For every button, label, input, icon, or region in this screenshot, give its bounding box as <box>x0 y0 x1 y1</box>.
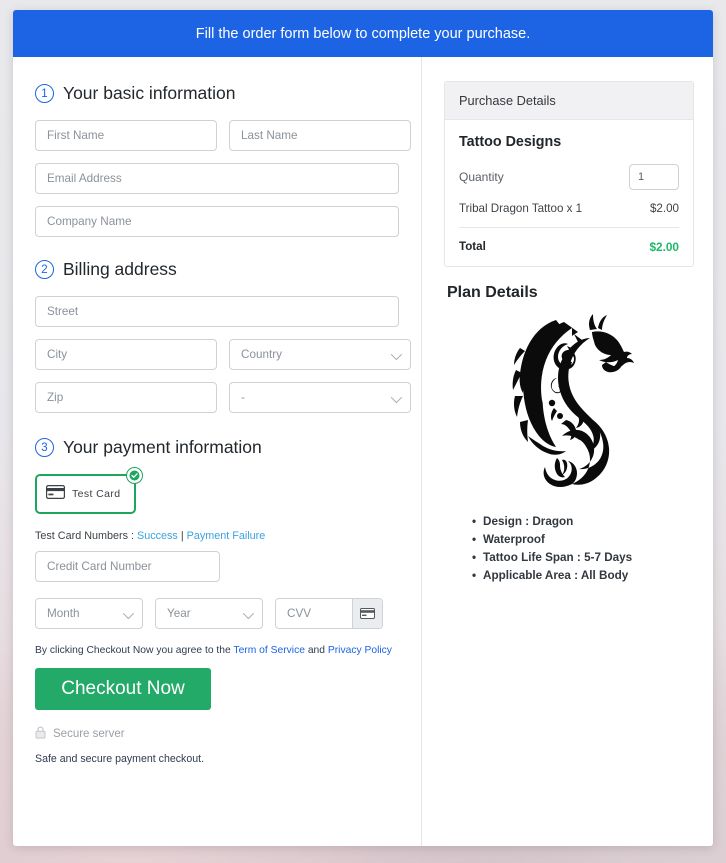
safe-checkout-note: Safe and secure payment checkout. <box>35 753 205 765</box>
test-card-numbers-line: Test Card Numbers : Success | Payment Fa… <box>35 530 399 542</box>
line-item-label: Tribal Dragon Tattoo x 1 <box>459 202 583 215</box>
success-test-link[interactable]: Success <box>137 530 178 542</box>
total-price: $2.00 <box>649 240 679 254</box>
cvv-card-icon <box>360 608 375 619</box>
privacy-policy-link[interactable]: Privacy Policy <box>328 645 392 656</box>
payment-failure-test-link[interactable]: Payment Failure <box>187 530 266 542</box>
test-card-label: Test Card <box>72 488 121 500</box>
line-item-row: Tribal Dragon Tattoo x 1 $2.00 <box>459 202 679 215</box>
tribal-dragon-tattoo-image <box>444 308 694 503</box>
terms-agreement-text: By clicking Checkout Now you agree to th… <box>35 645 399 656</box>
zip-state-row: Zip - <box>35 382 411 413</box>
test-card-method-tile[interactable]: Test Card <box>35 467 143 514</box>
list-item: Design : Dragon <box>472 513 694 531</box>
total-row: Total $2.00 <box>459 240 679 254</box>
summary-column: Purchase Details Tattoo Designs Quantity… <box>422 57 712 846</box>
content-columns: 1 Your basic information First Name Last… <box>13 57 713 846</box>
terms-middle: and <box>304 645 328 656</box>
cvv-placeholder-text: CVV <box>287 607 312 620</box>
street-input[interactable]: Street <box>35 296 399 327</box>
banner-text: Fill the order form below to complete yo… <box>195 25 531 42</box>
quantity-label: Quantity <box>459 170 504 184</box>
plan-details-title: Plan Details <box>447 284 538 301</box>
order-form-column: 1 Your basic information First Name Last… <box>13 57 422 846</box>
step-billing-address: 2 Billing address <box>35 259 399 280</box>
list-item: Waterproof <box>472 531 694 549</box>
step-2-title: Billing address <box>63 259 177 279</box>
step-3-title: Your payment information <box>63 437 262 457</box>
page-banner: Fill the order form below to complete yo… <box>13 10 713 57</box>
total-label: Total <box>459 240 486 253</box>
street-row: Street <box>35 296 399 327</box>
credit-card-number-input[interactable]: Credit Card Number <box>35 551 220 582</box>
step-basic-information: 1 Your basic information <box>35 83 399 104</box>
zip-input[interactable]: Zip <box>35 382 217 413</box>
link-separator: | <box>177 530 187 542</box>
terms-prefix: By clicking Checkout Now you agree to th… <box>35 645 234 656</box>
cvv-card-icon-button[interactable] <box>352 599 382 628</box>
name-row: First Name Last Name <box>35 120 411 151</box>
step-1-title: Your basic information <box>63 83 236 103</box>
city-input[interactable]: City <box>35 339 217 370</box>
company-input[interactable]: Company Name <box>35 206 399 237</box>
expiry-year-select[interactable]: Year <box>155 598 263 629</box>
state-select[interactable]: - <box>229 382 411 413</box>
list-item: Applicable Area : All Body <box>472 567 694 585</box>
expiry-cvv-row: Month Year CVV <box>35 598 399 629</box>
company-row: Company Name <box>35 206 399 237</box>
expiry-month-select[interactable]: Month <box>35 598 143 629</box>
purchase-details-panel: Purchase Details Tattoo Designs Quantity… <box>444 81 694 267</box>
step-1-number: 1 <box>35 84 54 103</box>
summary-divider <box>459 227 679 228</box>
line-item-price: $2.00 <box>649 202 679 215</box>
cvv-input[interactable]: CVV <box>275 598 383 629</box>
checkout-now-button[interactable]: Checkout Now <box>35 668 211 710</box>
purchase-details-body: Tattoo Designs Quantity Tribal Dragon Ta… <box>445 120 693 266</box>
quantity-row: Quantity <box>459 164 679 190</box>
secure-server-label: Secure server <box>53 728 125 740</box>
first-name-input[interactable]: First Name <box>35 120 217 151</box>
plan-feature-list: Design : Dragon Waterproof Tattoo Life S… <box>472 513 694 585</box>
secure-server-note: Secure server <box>35 726 399 742</box>
step-payment-information: 3 Your payment information <box>35 437 399 458</box>
step-2-number: 2 <box>35 260 54 279</box>
list-item: Tattoo Life Span : 5-7 Days <box>472 549 694 567</box>
purchase-details-header: Purchase Details <box>445 82 693 120</box>
checkout-card: Fill the order form below to complete yo… <box>13 10 713 846</box>
email-row: Email Address <box>35 163 399 194</box>
terms-of-service-link[interactable]: Term of Service <box>233 645 305 656</box>
test-card-prefix: Test Card Numbers : <box>35 530 138 542</box>
step-3-number: 3 <box>35 438 54 457</box>
quantity-input[interactable] <box>629 164 679 190</box>
check-circle-icon <box>126 467 143 484</box>
card-number-row: Credit Card Number <box>35 551 399 582</box>
email-input[interactable]: Email Address <box>35 163 399 194</box>
city-country-row: City Country <box>35 339 411 370</box>
last-name-input[interactable]: Last Name <box>229 120 411 151</box>
credit-card-icon <box>46 484 65 504</box>
country-select[interactable]: Country <box>229 339 411 370</box>
product-name: Tattoo Designs <box>459 134 562 150</box>
lock-icon <box>35 726 46 742</box>
